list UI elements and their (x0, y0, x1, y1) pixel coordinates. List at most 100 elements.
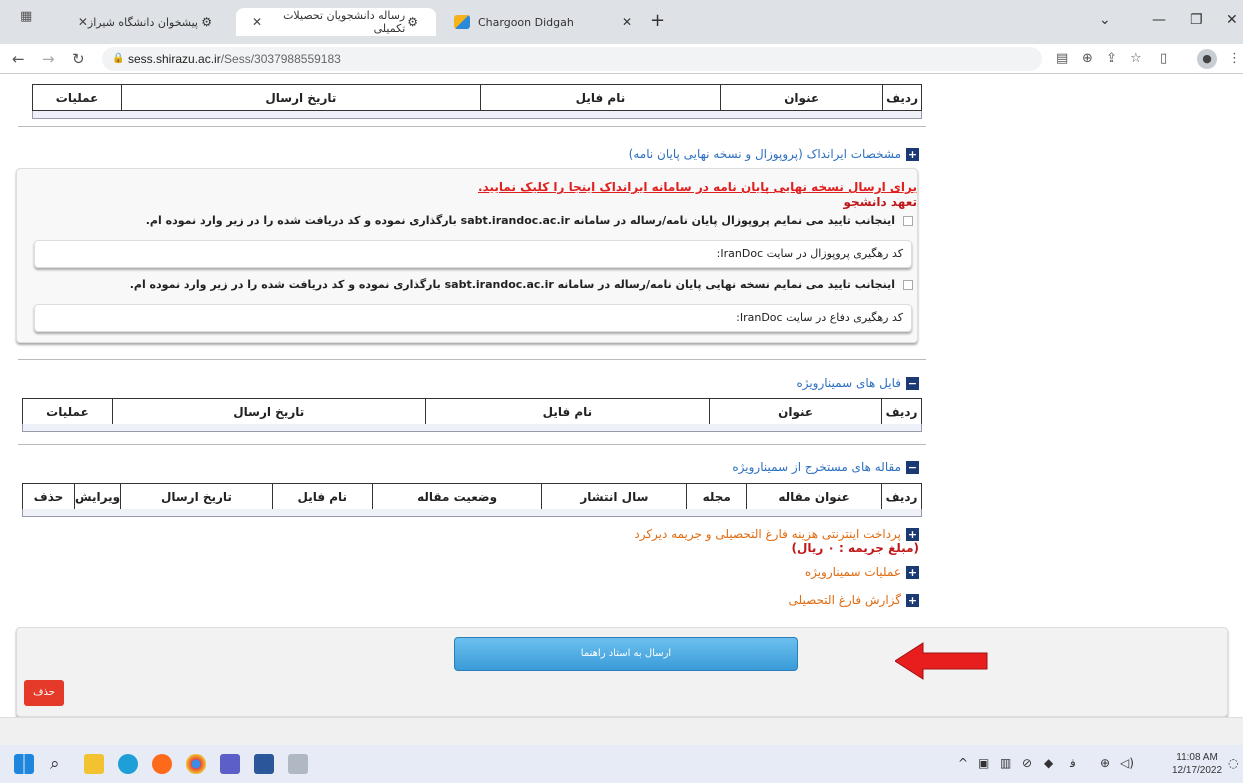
tab-chargoon[interactable]: Chargoon Didgah ✕ (444, 8, 640, 36)
tab-thesis[interactable]: ⚙ رساله دانشجویان تحصیلات تکمیلی ✕ (236, 8, 436, 36)
search-icon[interactable]: ⌕ (50, 754, 70, 774)
forward-icon[interactable]: → (42, 50, 55, 68)
address-bar: ← → ↻ sess.shirazu.ac.ir/Sess/3037988559… (0, 44, 1243, 74)
proposal-code-field[interactable]: کد رهگیری پروپوزال در سایت IranDoc: (34, 240, 912, 268)
final-confirm-checkbox[interactable] (903, 279, 913, 290)
close-icon[interactable]: ✕ (622, 15, 632, 29)
tray-app-icon[interactable]: ▣ (978, 756, 989, 770)
table-header-row: ردیف عنوان نام فایل تاریخ ارسال عملیات (31, 84, 922, 111)
payment-fine-amount: (مبلغ جریمه : ۰ ریال) (791, 541, 919, 555)
pledge-title: تعهد دانشجو (843, 195, 917, 209)
lock-icon[interactable]: 🔒 (112, 53, 124, 64)
send-to-supervisor-button[interactable]: ارسال به استاد راهنما (454, 637, 798, 671)
final-confirm-row: اینجانب تایید می نمایم نسخه نهایی پایان … (130, 278, 913, 291)
file-explorer-icon[interactable] (84, 754, 104, 774)
zoom-icon[interactable]: ⊕ (1082, 50, 1093, 68)
section-graduation-report-title: گزارش فارغ التحصیلی (788, 593, 901, 607)
column-header: عنوان (709, 398, 883, 425)
back-icon[interactable]: ← (12, 50, 25, 68)
page-content: ردیف عنوان نام فایل تاریخ ارسال عملیات +… (0, 75, 1243, 745)
column-header: نام فایل (479, 84, 722, 111)
start-icon[interactable] (14, 754, 34, 774)
column-header: عنوان مقاله (746, 483, 883, 510)
expand-icon[interactable]: + (906, 565, 919, 579)
new-tab-button[interactable]: + (650, 11, 665, 31)
table-footer (22, 509, 922, 517)
paint-icon[interactable] (288, 754, 308, 774)
column-header: نام فایل (271, 483, 373, 510)
menu-icon[interactable]: ⋮ (1228, 50, 1241, 68)
column-header: تاریخ ارسال (121, 84, 481, 111)
red-arrow-icon (895, 642, 988, 680)
chargoon-icon (454, 15, 470, 29)
section-graduation-report-toggle[interactable]: + گزارش فارغ التحصیلی (789, 593, 919, 607)
irandoc-final-link[interactable]: برای ارسال نسخه نهایی پایان نامه در ساما… (478, 180, 917, 194)
column-header: عملیات (31, 84, 123, 111)
column-header: نام فایل (424, 398, 711, 425)
tray-app-icon[interactable]: ▥ (1000, 756, 1011, 770)
seminar-files-table: ردیف عنوان نام فایل تاریخ ارسال عملیات (22, 398, 922, 425)
expand-icon[interactable]: + (906, 147, 919, 161)
column-header: حذف (21, 483, 76, 510)
expand-icon[interactable]: + (906, 593, 919, 607)
tab-portal[interactable]: ⚙ پیشخوان دانشگاه شیراز ✕ (60, 8, 230, 36)
close-icon[interactable]: ✕ (78, 15, 88, 29)
column-header: عملیات (22, 398, 113, 425)
page-bottom-strip (0, 717, 1243, 745)
taskbar-clock[interactable]: 11:08 AM 12/17/2022 (1172, 751, 1222, 777)
column-header: مجله (686, 483, 748, 510)
section-seminar-files-title: فایل های سمینارویژه (796, 376, 901, 390)
browser-tab-strip: ▦ ⚙ پیشخوان دانشگاه شیراز ✕ ⚙ رساله دانش… (0, 0, 1243, 44)
tray-app-icon[interactable]: ◆ (1044, 756, 1053, 770)
teams-icon[interactable] (220, 754, 240, 774)
restore-button[interactable]: ❐ (1190, 11, 1203, 29)
network-icon[interactable]: ⊕ (1100, 756, 1110, 770)
word-icon[interactable] (254, 754, 274, 774)
section-irandoc-toggle[interactable]: + مشخصات ایرانداک (پروپوزال و نسخه نهایی… (629, 147, 919, 161)
collapse-icon[interactable]: − (906, 376, 919, 390)
chrome-icon[interactable] (186, 754, 206, 774)
language-indicator[interactable]: ﻓ (1070, 756, 1076, 770)
notification-icon[interactable]: ◌ (1228, 756, 1238, 770)
chevron-up-icon[interactable]: ^ (958, 756, 968, 770)
final-confirm-label: اینجانب تایید می نمایم نسخه نهایی پایان … (129, 278, 895, 291)
column-header: ویرایش (74, 483, 122, 510)
delete-button[interactable]: حذف (24, 680, 64, 706)
section-seminar-ops-toggle[interactable]: + عملیات سمینارویژه (805, 565, 919, 579)
proposal-confirm-checkbox[interactable] (903, 215, 913, 226)
minimize-button[interactable]: — (1152, 11, 1166, 29)
url-input[interactable]: sess.shirazu.ac.ir/Sess/3037988559183 (102, 47, 1042, 71)
chevron-down-icon[interactable]: ⌄ (1099, 11, 1111, 29)
volume-icon[interactable]: ◁) (1120, 756, 1134, 770)
defense-code-field[interactable]: کد رهگیری دفاع در سایت IranDoc: (34, 304, 912, 332)
clock-date: 12/17/2022 (1172, 765, 1223, 776)
windows-taskbar: ⌕ ^ ▣ ▥ ⊘ ◆ ﻓ ⊕ ◁) 11:08 AM 12/17/2022 ◌ (0, 745, 1243, 783)
collapse-icon[interactable]: − (906, 460, 919, 474)
tray-app-icon[interactable]: ⊘ (1022, 756, 1032, 770)
section-seminar-articles-toggle[interactable]: − مقاله های مستخرج از سمینارویژه (732, 460, 919, 474)
reload-icon[interactable]: ↻ (72, 50, 85, 68)
firefox-icon[interactable] (152, 754, 172, 774)
table-footer (22, 424, 922, 432)
section-seminar-ops-title: عملیات سمینارویژه (804, 565, 901, 579)
translate-icon[interactable]: ▤ (1056, 50, 1068, 68)
section-seminar-articles-title: مقاله های مستخرج از سمینارویژه (732, 460, 901, 474)
share-icon[interactable]: ⇪ (1106, 50, 1117, 68)
section-payment-toggle[interactable]: + پرداخت اینترنتی هزینه فارغ التحصیلی و … (634, 527, 919, 541)
window-menu-icon[interactable]: ▦ (20, 10, 34, 24)
close-window-button[interactable]: ✕ (1226, 11, 1238, 29)
tab-portal-label: پیشخوان دانشگاه شیراز (87, 15, 198, 29)
defense-code-label: کد رهگیری دفاع در سایت IranDoc: (736, 311, 903, 324)
bookmark-icon[interactable]: ☆ (1130, 50, 1142, 68)
tab-thesis-label: رساله دانشجویان تحصیلات تکمیلی (283, 9, 406, 35)
column-header: ردیف (881, 398, 922, 425)
expand-icon[interactable]: + (906, 527, 919, 541)
section-seminar-files-toggle[interactable]: − فایل های سمینارویژه (796, 376, 919, 390)
clock-time: 11:08 AM (1176, 752, 1218, 763)
close-icon[interactable]: ✕ (252, 15, 262, 29)
university-icon: ⚙ (407, 15, 418, 29)
edge-icon[interactable] (118, 754, 138, 774)
side-panel-icon[interactable]: ▯ (1160, 50, 1167, 68)
profile-avatar[interactable]: ● (1197, 49, 1217, 69)
divider (18, 126, 926, 127)
